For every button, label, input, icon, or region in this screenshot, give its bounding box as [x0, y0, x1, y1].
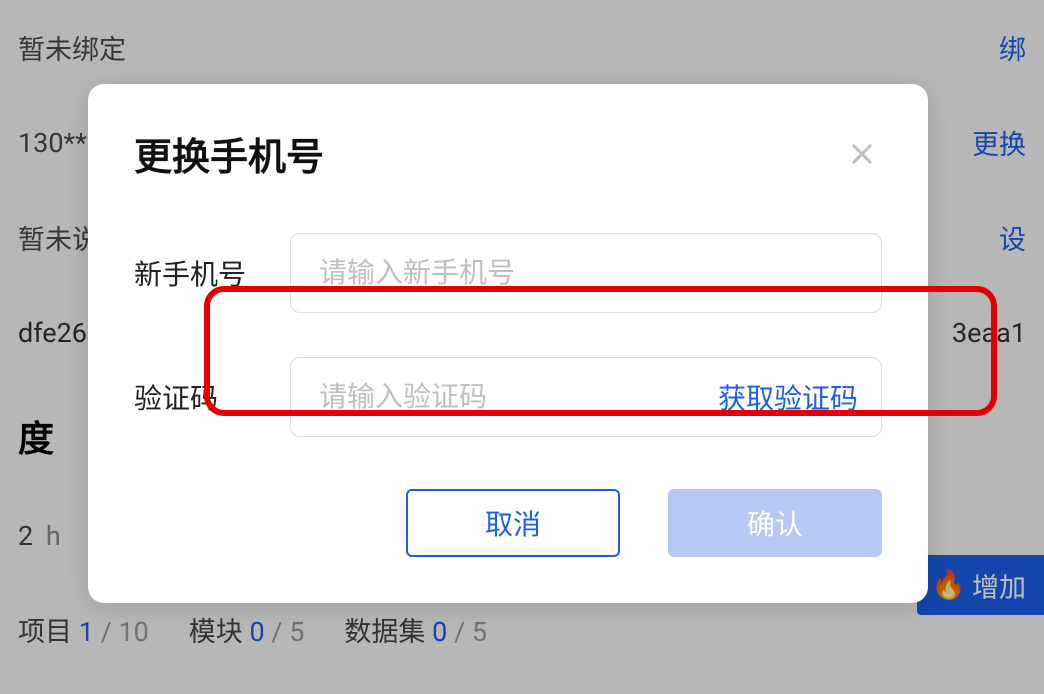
cancel-button[interactable]: 取消 [406, 489, 620, 557]
phone-label: 新手机号 [134, 253, 290, 293]
change-phone-modal: 更换手机号 新手机号 验证码 获取验证码 取消 确认 [88, 84, 928, 603]
modal-header: 更换手机号 [134, 126, 882, 181]
code-label: 验证码 [134, 377, 290, 417]
phone-row: 新手机号 [134, 233, 882, 313]
confirm-button[interactable]: 确认 [668, 489, 882, 557]
code-row: 验证码 获取验证码 [134, 357, 882, 437]
modal-actions: 取消 确认 [134, 489, 882, 557]
close-icon [848, 140, 876, 168]
close-button[interactable] [842, 134, 882, 174]
modal-title: 更换手机号 [134, 126, 324, 181]
get-code-button[interactable]: 获取验证码 [718, 357, 858, 437]
phone-input[interactable] [290, 233, 882, 313]
